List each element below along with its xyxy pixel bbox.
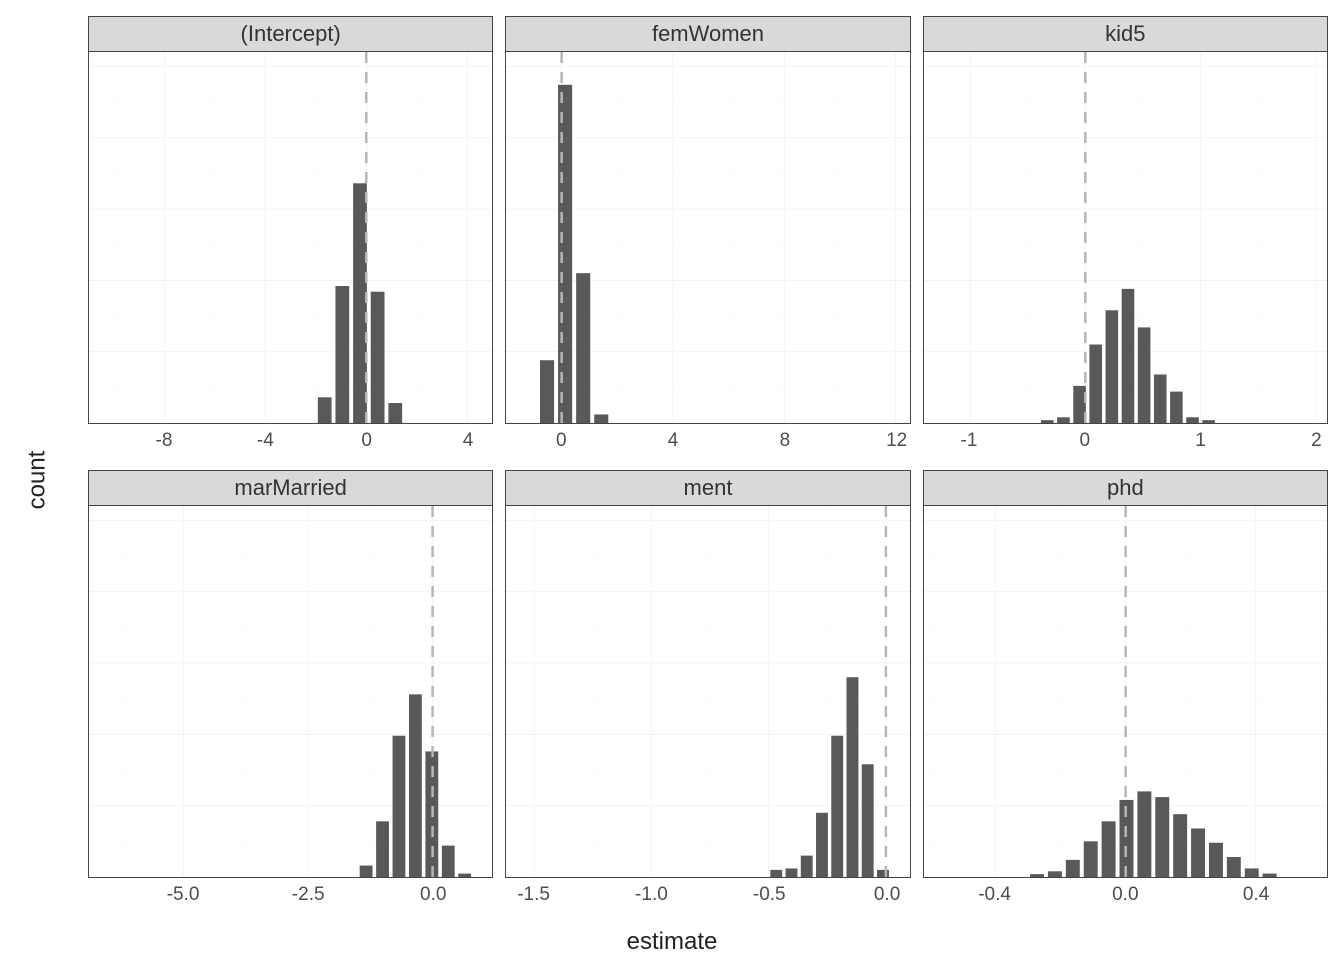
x-tick-label: 0 <box>361 430 372 452</box>
plot-panel <box>923 51 1328 424</box>
x-tick-label: -4 <box>257 430 274 452</box>
faceted-histogram-figure: count estimate (Intercept)02505007501000… <box>0 0 1344 960</box>
facet-phd: phd -0.4 0.0 0.4 <box>923 470 1328 912</box>
y-tick-label: 500 <box>88 269 89 291</box>
x-tick-label: -5.0 <box>167 884 200 906</box>
x-tick-label: 2 <box>1311 430 1322 452</box>
facet-strip: (Intercept) <box>88 16 493 51</box>
plot-panel <box>923 505 1328 878</box>
y-tick-label: 750 <box>88 652 89 674</box>
y-tick-label: 750 <box>88 198 89 220</box>
plot-panel: 0 250 500 750 1000 1250 <box>88 505 493 878</box>
plot-panel <box>505 51 910 424</box>
x-tick-label: 4 <box>463 430 474 452</box>
facet-strip: femWomen <box>505 16 910 51</box>
x-tick-label: 0.0 <box>874 884 900 906</box>
facet-ment: ment -1.5 -1.0 -0.5 0.0 <box>505 470 910 912</box>
y-tick-label: 1250 <box>88 509 89 531</box>
x-tick-label: 0 <box>556 430 567 452</box>
facet-strip: marMarried <box>88 470 493 505</box>
facet-femwomen: femWomen 0 4 8 12 <box>505 16 910 458</box>
x-tick-label: -1 <box>961 430 978 452</box>
plot-panel <box>505 505 910 878</box>
x-tick-label: -8 <box>156 430 173 452</box>
x-tick-label: 0.0 <box>1112 884 1138 906</box>
facet-strip: kid5 <box>923 16 1328 51</box>
y-tick-label: 1000 <box>88 127 89 149</box>
x-axis-label: estimate <box>627 928 718 956</box>
plot-panel: 0 250 500 750 1000 1250 <box>88 51 493 424</box>
y-axis-label: count <box>23 451 51 510</box>
y-tick-label: 250 <box>88 795 89 817</box>
x-tick-label: -1.5 <box>517 884 550 906</box>
x-tick-label: 4 <box>668 430 679 452</box>
y-tick-label: 1250 <box>88 55 89 77</box>
y-tick-label: 0 <box>88 412 89 424</box>
x-tick-label: 0 <box>1079 430 1090 452</box>
facet-strip: phd <box>923 470 1328 505</box>
x-tick-label: 12 <box>886 430 907 452</box>
facet-intercept: (Intercept) 0 250 500 750 1000 1250 -8 -4 0 4 <box>88 16 493 458</box>
x-tick-label: 0.0 <box>420 884 446 906</box>
y-tick-label: 250 <box>88 341 89 363</box>
y-tick-label: 1000 <box>88 581 89 603</box>
y-tick-label: 500 <box>88 723 89 745</box>
x-tick-label: 8 <box>780 430 791 452</box>
facet-kid5: kid5 -1 0 1 2 <box>923 16 1328 458</box>
facet-marmarried: marMarried 0 250 500 750 1000 1250 -5.0 -2.5 0.0 <box>88 470 493 912</box>
x-tick-label: -1.0 <box>635 884 668 906</box>
facet-strip: ment <box>505 470 910 505</box>
x-tick-label: -0.4 <box>978 884 1011 906</box>
facet-grid: (Intercept)025050075010001250-8-404femWo… <box>88 16 1328 912</box>
x-tick-label: -2.5 <box>292 884 325 906</box>
y-tick-label: 0 <box>88 866 89 878</box>
x-tick-label: -0.5 <box>753 884 786 906</box>
x-tick-label: 1 <box>1195 430 1206 452</box>
x-tick-label: 0.4 <box>1243 884 1269 906</box>
